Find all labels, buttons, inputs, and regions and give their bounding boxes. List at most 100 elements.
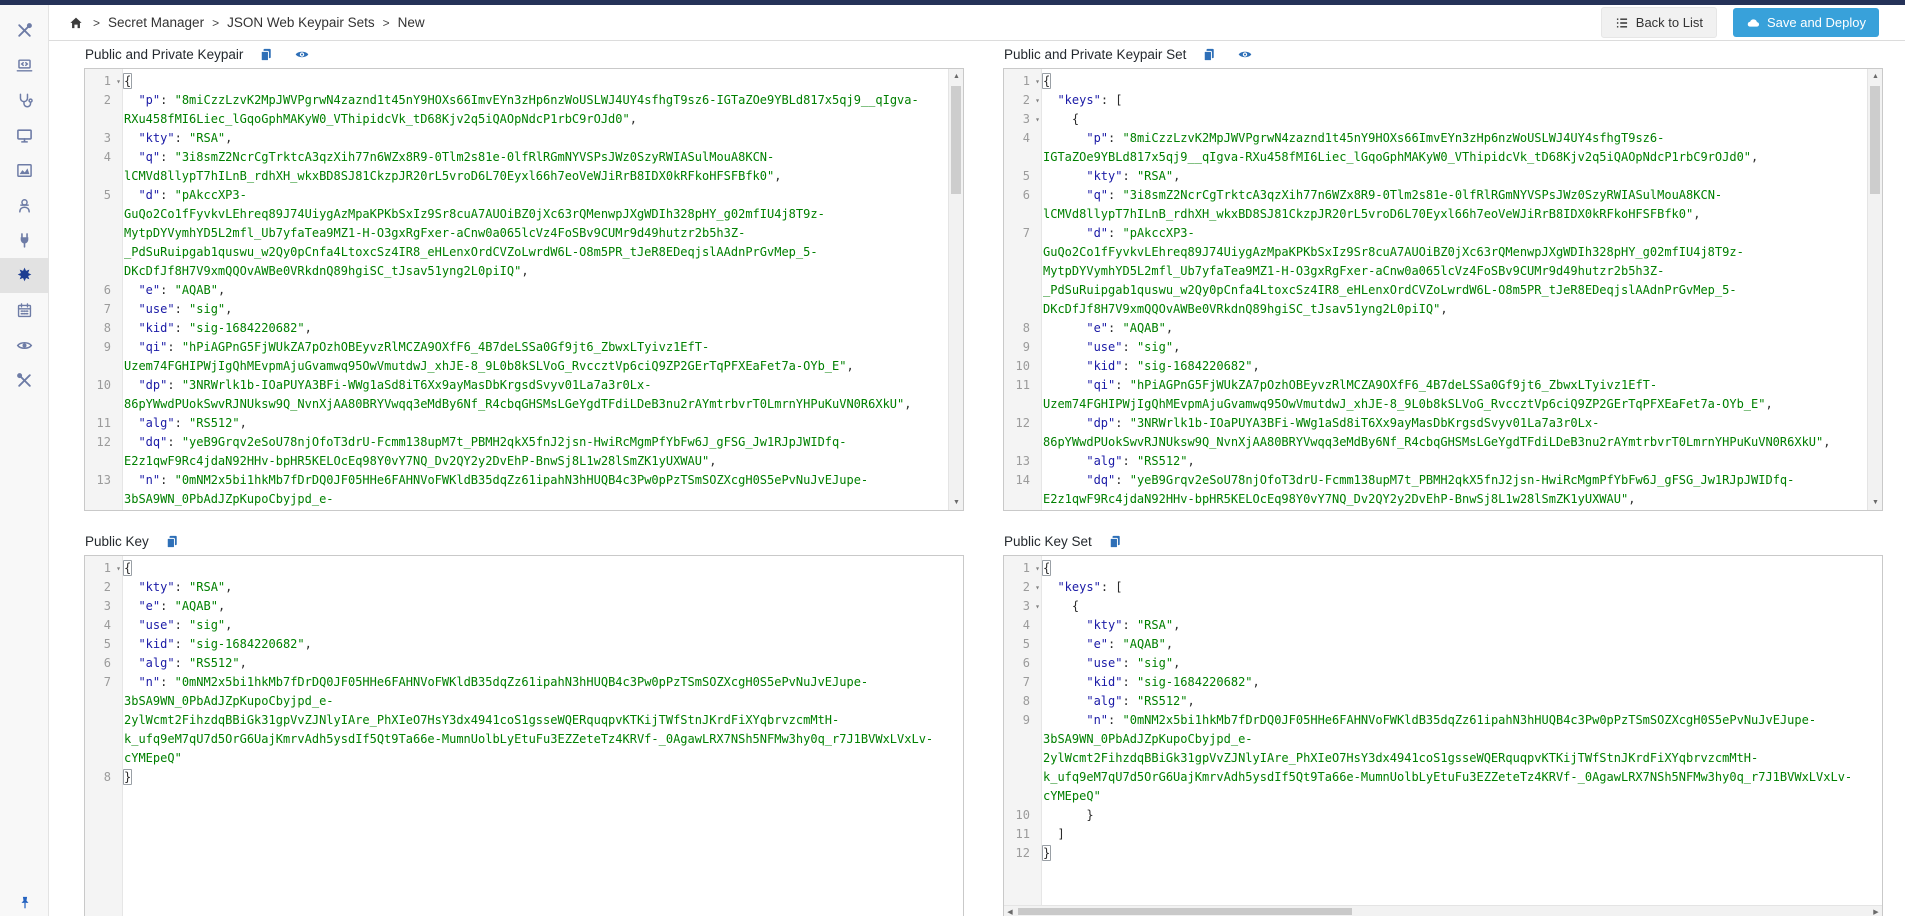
save-and-deploy-button[interactable]: Save and Deploy (1733, 8, 1879, 37)
code-line[interactable]: 1▾{ (85, 559, 963, 578)
scroll-right-arrow[interactable]: ▶ (1870, 906, 1882, 916)
sidebar-item-tools-icon[interactable] (0, 363, 49, 398)
code-line[interactable]: 3▾ { (1004, 110, 1882, 129)
code-line[interactable]: 8 "e": "AQAB", (1004, 319, 1882, 338)
code-line[interactable]: 4 "use": "sig", (85, 616, 963, 635)
code-line[interactable]: 4 "q": "3i8smZ2NcrCgTrktcA3qzXih77n6WZx8… (85, 148, 963, 186)
fold-arrow[interactable]: ▾ (1035, 72, 1040, 91)
line-number: 5 (1004, 167, 1041, 186)
copy-icon[interactable] (165, 534, 179, 549)
vertical-scrollbar[interactable]: ▲ ▼ (1867, 69, 1882, 510)
code-line[interactable]: 5 "d": "pAkccXP3-GuQo2Co1fFyvkvLEhreq89J… (85, 186, 963, 281)
code-line[interactable]: 4 "kty": "RSA", (1004, 616, 1882, 635)
sidebar-item-user-secret-icon[interactable] (0, 188, 49, 223)
code-line[interactable]: 4 "p": "8miCzzLzvK2MpJWVPgrwN4zaznd1t45n… (1004, 129, 1882, 167)
code-line[interactable]: 5 "e": "AQAB", (1004, 635, 1882, 654)
code-line[interactable]: 11 ] (1004, 825, 1882, 844)
code-line[interactable]: 6 "alg": "RS512", (85, 654, 963, 673)
scroll-left-arrow[interactable]: ◀ (1004, 906, 1016, 916)
vertical-scrollbar[interactable]: ▲ ▼ (948, 69, 963, 510)
pin-icon[interactable] (0, 895, 49, 910)
fold-arrow[interactable]: ▾ (1035, 110, 1040, 129)
code-line[interactable]: 2 "kty": "RSA", (85, 578, 963, 597)
fold-arrow[interactable]: ▾ (116, 559, 121, 578)
code-line[interactable]: 1▾{ (1004, 559, 1882, 578)
copy-icon[interactable] (1202, 47, 1216, 62)
sidebar-item-area-chart-icon[interactable] (0, 153, 49, 188)
code-line[interactable]: 12} (1004, 844, 1882, 863)
sidebar-item-bahai-star-icon[interactable]: ✸ (0, 258, 49, 293)
json-editor-public-key[interactable]: 1▾{2 "kty": "RSA",3 "e": "AQAB",4 "use":… (84, 555, 964, 916)
scroll-up-arrow[interactable]: ▲ (1868, 69, 1883, 84)
fold-arrow[interactable]: ▾ (1035, 578, 1040, 597)
code-area[interactable]: 1▾{2▾ "keys": [3▾ {4 "kty": "RSA",5 "e":… (1004, 556, 1882, 863)
code-line[interactable]: 9 "qi": "hPiAGPnG5FjWUkZA7pOzhOBEyvzRlMC… (85, 338, 963, 376)
code-line[interactable]: 6 "use": "sig", (1004, 654, 1882, 673)
code-line[interactable]: 13 "alg": "RS512", (1004, 452, 1882, 471)
code-line[interactable]: 8 "alg": "RS512", (1004, 692, 1882, 711)
code-area[interactable]: 1▾{2▾ "keys": [3▾ {4 "p": "8miCzzLzvK2Mp… (1004, 69, 1882, 509)
code-line[interactable]: 12 "dq": "yeB9Grqv2eSoU78njOfoT3drU-Fcmm… (85, 433, 963, 471)
code-line[interactable]: 14 "dq": "yeB9Grqv2eSoU78njOfoT3drU-Fcmm… (1004, 471, 1882, 509)
code-line[interactable]: 3 "kty": "RSA", (85, 129, 963, 148)
code-line[interactable]: 5 "kty": "RSA", (1004, 167, 1882, 186)
code-area[interactable]: 1▾{2 "p": "8miCzzLzvK2MpJWVPgrwN4zaznd1t… (85, 69, 963, 511)
sidebar-item-plug-icon[interactable] (0, 223, 49, 258)
json-editor-public-key-set[interactable]: 1▾{2▾ "keys": [3▾ {4 "kty": "RSA",5 "e":… (1003, 555, 1883, 916)
home-icon[interactable] (69, 16, 83, 30)
breadcrumb-json-web-keypair-sets[interactable]: JSON Web Keypair Sets (227, 15, 375, 30)
fold-arrow[interactable]: ▾ (116, 72, 121, 91)
scroll-thumb[interactable] (1870, 86, 1880, 194)
eye-icon[interactable] (295, 47, 309, 62)
code-line[interactable]: 3▾ { (1004, 597, 1882, 616)
fold-arrow[interactable]: ▾ (1035, 597, 1040, 616)
fold-arrow[interactable]: ▾ (1035, 559, 1040, 578)
code-line[interactable]: 12 "dp": "3NRWrlk1b-IOaPUYA3BFi-WWg1aSd8… (1004, 414, 1882, 452)
code-line[interactable]: 2 "p": "8miCzzLzvK2MpJWVPgrwN4zaznd1t45n… (85, 91, 963, 129)
sidebar-item-eye-icon[interactable] (0, 328, 49, 363)
json-editor-keypair-set[interactable]: 1▾{2▾ "keys": [3▾ {4 "p": "8miCzzLzvK2Mp… (1003, 68, 1883, 511)
scroll-thumb[interactable] (951, 86, 961, 194)
code-line[interactable]: 7 "n": "0mNM2x5bi1hkMb7fDrDQ0JF05HHe6FAH… (85, 673, 963, 768)
back-to-list-button[interactable]: Back to List (1601, 7, 1717, 38)
scroll-down-arrow[interactable]: ▼ (949, 495, 964, 510)
code-area[interactable]: 1▾{2 "kty": "RSA",3 "e": "AQAB",4 "use":… (85, 556, 963, 787)
sidebar-item-laptop-code-icon[interactable] (0, 48, 49, 83)
code-line[interactable]: 10 "dp": "3NRWrlk1b-IOaPUYA3BFi-WWg1aSd8… (85, 376, 963, 414)
scroll-down-arrow[interactable]: ▼ (1868, 495, 1883, 510)
code-line[interactable]: 1▾{ (1004, 72, 1882, 91)
code-line[interactable]: 1▾{ (85, 72, 963, 91)
code-line[interactable]: 8 "kid": "sig-1684220682", (85, 319, 963, 338)
code-line[interactable]: 2▾ "keys": [ (1004, 91, 1882, 110)
scroll-thumb[interactable] (1018, 908, 1352, 915)
code-line[interactable]: 7 "use": "sig", (85, 300, 963, 319)
code-line[interactable]: 6 "e": "AQAB", (85, 281, 963, 300)
code-line[interactable]: 11 "alg": "RS512", (85, 414, 963, 433)
sidebar-item-monitor-icon[interactable] (0, 118, 49, 153)
code-line[interactable]: 3 "e": "AQAB", (85, 597, 963, 616)
sidebar-item-calendar-icon[interactable] (0, 293, 49, 328)
code-line[interactable]: 11 "qi": "hPiAGPnG5FjWUkZA7pOzhOBEyvzRlM… (1004, 376, 1882, 414)
json-editor-keypair[interactable]: 1▾{2 "p": "8miCzzLzvK2MpJWVPgrwN4zaznd1t… (84, 68, 964, 511)
breadcrumb-secret-manager[interactable]: Secret Manager (108, 15, 204, 30)
copy-icon[interactable] (1108, 534, 1122, 549)
copy-icon[interactable] (259, 47, 273, 62)
sidebar: ✸ (0, 5, 49, 916)
code-line[interactable]: 7 "kid": "sig-1684220682", (1004, 673, 1882, 692)
code-line[interactable]: 10 "kid": "sig-1684220682", (1004, 357, 1882, 376)
fold-arrow[interactable]: ▾ (1035, 91, 1040, 110)
code-line[interactable]: 9 "use": "sig", (1004, 338, 1882, 357)
code-line[interactable]: 7 "d": "pAkccXP3-GuQo2Co1fFyvkvLEhreq89J… (1004, 224, 1882, 319)
code-line[interactable]: 10 } (1004, 806, 1882, 825)
sidebar-item-design-tools-icon[interactable] (0, 13, 49, 48)
code-line[interactable]: 8} (85, 768, 963, 787)
scroll-up-arrow[interactable]: ▲ (949, 69, 964, 84)
sidebar-item-stethoscope-icon[interactable] (0, 83, 49, 118)
eye-icon[interactable] (1238, 47, 1252, 62)
code-line[interactable]: 5 "kid": "sig-1684220682", (85, 635, 963, 654)
code-line[interactable]: 2▾ "keys": [ (1004, 578, 1882, 597)
code-line[interactable]: 9 "n": "0mNM2x5bi1hkMb7fDrDQ0JF05HHe6FAH… (1004, 711, 1882, 806)
code-line[interactable]: 6 "q": "3i8smZ2NcrCgTrktcA3qzXih77n6WZx8… (1004, 186, 1882, 224)
code-line[interactable]: 13 "n": "0mNM2x5bi1hkMb7fDrDQ0JF05HHe6FA… (85, 471, 963, 511)
horizontal-scrollbar[interactable]: ◀ ▶ (1004, 905, 1882, 916)
